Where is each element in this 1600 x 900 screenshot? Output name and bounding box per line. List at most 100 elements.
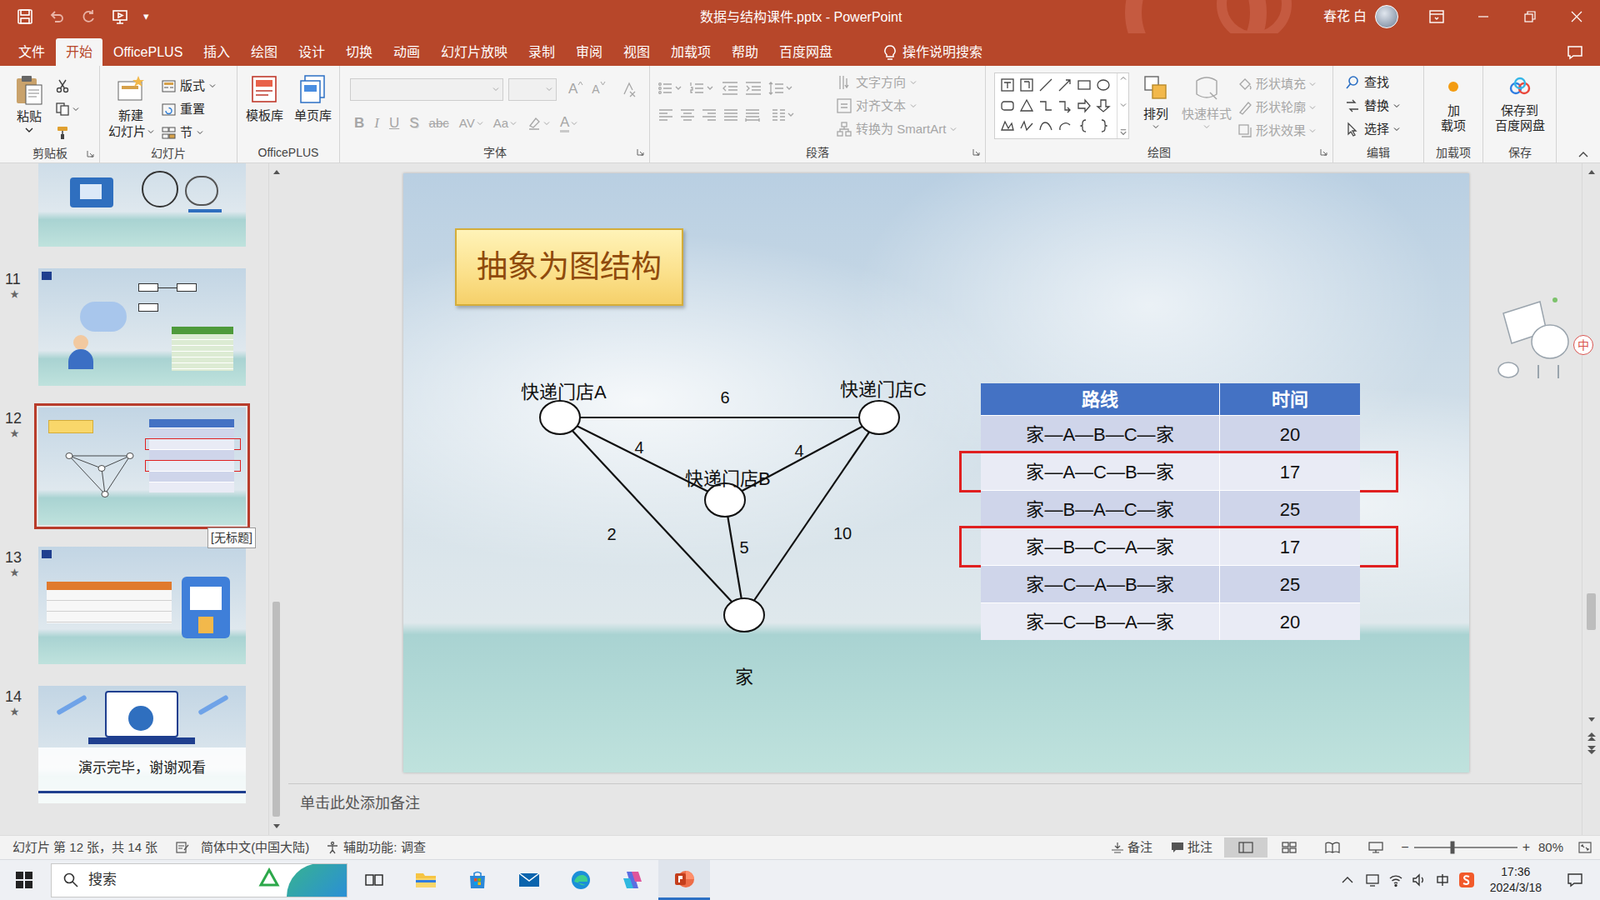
zoom-slider[interactable] [1414, 846, 1518, 849]
menu-tab[interactable]: 动画 [383, 38, 430, 66]
shape-icon[interactable] [1094, 97, 1113, 115]
menu-tab[interactable]: 插入 [193, 38, 240, 66]
menu-tab[interactable]: 文件 [8, 38, 55, 66]
menu-tab[interactable]: 视图 [613, 38, 660, 66]
font-name-combobox[interactable] [350, 78, 504, 101]
start-button[interactable] [0, 860, 49, 900]
scroll-up-icon[interactable] [1587, 168, 1596, 175]
next-slide-icon[interactable] [1586, 745, 1597, 755]
editing-button[interactable]: 查找 [1345, 70, 1424, 95]
arrange-button[interactable]: 排列 [1134, 72, 1178, 130]
notification-icon[interactable] [1566, 871, 1584, 889]
copilot-taskbar-button[interactable] [606, 860, 659, 900]
present-icon[interactable] [111, 8, 129, 25]
shape-icon[interactable] [1094, 76, 1113, 94]
tell-me-search[interactable]: 操作说明搜索 [882, 38, 983, 66]
spell-check-icon[interactable] [175, 841, 190, 854]
menu-tab[interactable]: 帮助 [721, 38, 769, 66]
format-button[interactable]: A [555, 112, 582, 135]
slide-thumbnail[interactable] [38, 407, 246, 525]
shape-icon[interactable] [1017, 76, 1036, 94]
close-button[interactable] [1553, 0, 1600, 34]
shapes-gallery[interactable] [994, 72, 1130, 140]
menu-tab[interactable]: 录制 [518, 38, 565, 66]
graph-node[interactable] [540, 400, 580, 435]
paste-button[interactable]: 粘贴 [8, 74, 50, 134]
zoom-slider-thumb[interactable] [1450, 841, 1455, 855]
shape-icon[interactable] [1094, 117, 1113, 135]
gallery-more-icon[interactable] [1120, 129, 1127, 136]
edge-taskbar-button[interactable] [555, 860, 607, 900]
fit-to-window-icon[interactable] [1578, 841, 1592, 854]
ribbon-display-button[interactable] [1413, 0, 1460, 34]
slide-thumbnail[interactable] [38, 546, 246, 665]
graph-node[interactable] [859, 400, 900, 435]
decrease-indent-icon[interactable] [721, 81, 739, 95]
input-method-icon[interactable] [1435, 872, 1450, 888]
maximize-button[interactable] [1506, 0, 1554, 34]
dialog-launcher-icon[interactable] [636, 148, 645, 156]
shape-format-button[interactable]: 形状填充 [1237, 72, 1316, 96]
quick-styles-button[interactable]: 快速样式 [1177, 72, 1236, 130]
gallery-up-icon[interactable] [1120, 75, 1127, 81]
ime-indicator[interactable]: 中 [1573, 335, 1594, 355]
sogou-icon[interactable] [1458, 871, 1475, 889]
copy-button[interactable] [55, 97, 80, 121]
single-page-library-button[interactable]: 单页库 [290, 74, 335, 124]
columns-icon[interactable] [771, 108, 795, 122]
dialog-launcher-icon[interactable] [86, 150, 95, 158]
accessibility-status[interactable]: 辅助功能: 调查 [343, 838, 425, 858]
store-taskbar-button[interactable] [451, 860, 504, 900]
align-center-icon[interactable] [680, 108, 695, 122]
shape-icon[interactable] [1075, 97, 1094, 115]
explorer-taskbar-button[interactable] [400, 860, 452, 900]
slide-thumbnail[interactable] [38, 268, 246, 386]
slideshow-view-button[interactable] [1354, 837, 1398, 858]
format-button[interactable]: AV [455, 112, 488, 135]
shape-icon[interactable] [1017, 97, 1036, 115]
format-button[interactable]: U [385, 112, 404, 135]
grow-font-button[interactable]: A [568, 80, 584, 98]
reading-view-button[interactable] [1310, 837, 1355, 858]
text-direction-button[interactable]: 文字方向 [836, 70, 957, 95]
slide-title-box[interactable]: 抽象为图结构 [455, 228, 684, 306]
menu-tab[interactable]: 幻灯片放映 [430, 38, 518, 66]
align-text-button[interactable]: 对齐文本 [836, 94, 957, 118]
shape-icon[interactable] [998, 117, 1017, 135]
convert-smartart-button[interactable]: 转换为 SmartArt [836, 117, 957, 141]
format-button[interactable]: S [405, 112, 423, 135]
numbering-icon[interactable] [690, 81, 715, 95]
slide-canvas[interactable]: 抽象为图结构 6442510快递门店A快递门店C快递门店B家 路线 时间 家—A… [403, 173, 1470, 773]
mail-taskbar-button[interactable] [503, 860, 555, 900]
tray-expand-icon[interactable] [1341, 875, 1354, 885]
previous-slide-icon[interactable] [1586, 731, 1597, 742]
save-to-baidu-button[interactable]: 保存到 百度网盘 [1483, 65, 1556, 143]
user-name[interactable]: 春花 白 [1323, 6, 1367, 27]
undo-icon[interactable] [48, 8, 65, 25]
shape-icon[interactable] [998, 76, 1017, 94]
menu-tab[interactable]: OfficePLUS [103, 38, 193, 66]
clock[interactable]: 17:36 2024/3/18 [1490, 864, 1542, 896]
clear-formatting-icon[interactable] [620, 80, 638, 98]
addins-button[interactable]: 加 载项 [1424, 65, 1483, 143]
normal-view-button[interactable] [1224, 837, 1268, 858]
dialog-launcher-icon[interactable] [1320, 148, 1328, 156]
speaker-icon[interactable] [1411, 872, 1427, 888]
format-painter-button[interactable] [55, 120, 80, 145]
dialog-launcher-icon[interactable] [972, 148, 980, 156]
notes-button[interactable]: 备注 [1110, 838, 1153, 858]
bullets-icon[interactable] [658, 81, 684, 95]
line-spacing-icon[interactable] [768, 81, 794, 95]
shape-format-button[interactable]: 形状轮廓 [1237, 95, 1316, 120]
sorter-view-button[interactable] [1267, 837, 1311, 858]
shape-icon[interactable] [1055, 117, 1075, 135]
distribute-icon[interactable] [745, 108, 760, 122]
accessibility-icon[interactable] [325, 840, 340, 855]
shape-icon[interactable] [1075, 76, 1094, 94]
notes-pane[interactable]: 单击此处添加备注 [288, 783, 1582, 815]
editor-scrollbar[interactable] [1581, 163, 1600, 835]
minimize-button[interactable] [1460, 0, 1507, 34]
shape-icon[interactable] [1036, 76, 1055, 94]
shape-format-button[interactable]: 形状效果 [1237, 119, 1316, 143]
new-slide-button[interactable]: 新建 幻灯片 [106, 74, 155, 140]
